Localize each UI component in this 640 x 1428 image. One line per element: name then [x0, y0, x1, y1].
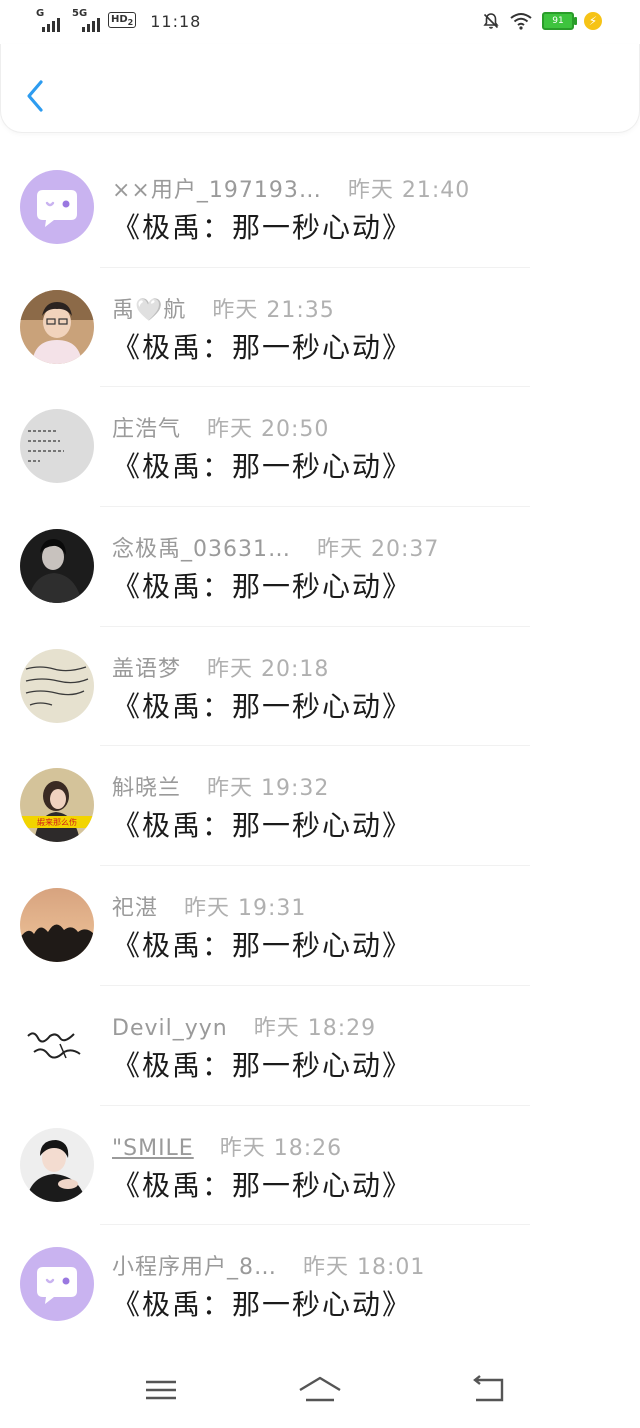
sender-name: 庄浩气 — [112, 417, 182, 443]
message-text: 《极禹：那一秒心动》 — [112, 330, 413, 364]
sunset-photo-icon — [20, 888, 94, 963]
avatar[interactable] — [20, 1127, 94, 1202]
sender-line: ××用户_197193… 昨天 21:40 — [112, 172, 470, 204]
person-photo-icon — [20, 1127, 94, 1202]
person-photo-icon — [20, 529, 94, 604]
avatar[interactable] — [20, 1247, 94, 1322]
timestamp: 昨天 21:40 — [347, 178, 471, 203]
sender-line: "SMILE 昨天 18:26 — [112, 1130, 342, 1162]
message-item[interactable]: 禹🤍航 昨天 21:35 《极禹：那一秒心动》 — [0, 268, 640, 388]
message-text: 《极禹：那一秒心动》 — [112, 1048, 413, 1082]
charging-icon: ⚡ — [584, 12, 602, 30]
message-item[interactable]: ××用户_197193… 昨天 21:40 《极禹：那一秒心动》 — [0, 148, 640, 268]
avatar[interactable] — [20, 1007, 94, 1082]
message-text: 《极禹：那一秒心动》 — [112, 689, 413, 723]
signal-icon: G — [36, 8, 66, 32]
message-list: ××用户_197193… 昨天 21:40 《极禹：那一秒心动》 禹🤍航 昨天 21… — [0, 148, 640, 1345]
timestamp: 昨天 21:35 — [212, 297, 335, 323]
sender-name: Devil_yyn — [112, 1015, 228, 1041]
message-item[interactable]: 小程序用户_8… 昨天 18:01 《极禹：那一秒心动》 — [0, 1225, 640, 1345]
battery-level: 91 — [552, 16, 564, 26]
sender-name: 祀湛 — [112, 896, 159, 922]
avatar[interactable] — [20, 409, 94, 484]
text-image-icon — [20, 409, 94, 484]
message-item[interactable]: 念极禹_03631… 昨天 20:37 《极禹：那一秒心动》 — [0, 507, 640, 627]
wifi-icon — [510, 13, 532, 30]
message-item[interactable]: "SMILE 昨天 18:26 《极禹：那一秒心动》 — [0, 1106, 640, 1226]
chat-bubble-icon — [20, 1247, 94, 1322]
sender-line: 斛晓兰 昨天 19:32 — [112, 770, 329, 802]
avatar[interactable] — [20, 170, 94, 244]
handwriting-icon — [20, 648, 94, 723]
sender-line: 小程序用户_8… 昨天 18:01 — [112, 1249, 425, 1281]
timestamp: 昨天 18:29 — [253, 1015, 377, 1041]
hd-label: HD — [111, 14, 128, 25]
home-icon[interactable] — [298, 1372, 342, 1408]
top-header — [0, 44, 640, 133]
sender-name: 小程序用户_8… — [112, 1255, 277, 1281]
timestamp: 昨天 18:26 — [219, 1135, 343, 1161]
person-photo-icon — [20, 289, 94, 364]
avatar-caption: 嘏来那么伤 — [37, 817, 77, 827]
chat-bubble-icon — [20, 170, 94, 244]
sender-line: 念极禹_03631… 昨天 20:37 — [112, 531, 439, 563]
avatar[interactable] — [20, 888, 94, 963]
message-item[interactable]: 嘏来那么伤 斛晓兰 昨天 19:32 《极禹：那一秒心动》 — [0, 746, 640, 867]
timestamp: 昨天 19:32 — [207, 776, 330, 802]
back-nav-icon[interactable] — [466, 1372, 510, 1408]
system-nav-bar — [0, 1358, 640, 1428]
message-text: 《极禹：那一秒心动》 — [112, 809, 413, 843]
sender-name: 禹🤍航 — [112, 297, 187, 323]
sender-name: 念极禹_03631… — [112, 537, 291, 563]
avatar[interactable] — [20, 289, 94, 364]
menu-icon[interactable] — [140, 1372, 184, 1408]
message-text: 《极禹：那一秒心动》 — [112, 1288, 413, 1322]
timestamp: 昨天 18:01 — [303, 1255, 426, 1281]
timestamp: 昨天 20:50 — [207, 417, 330, 443]
avatar[interactable] — [20, 648, 94, 723]
message-item[interactable]: 盖语梦 昨天 20:18 《极禹：那一秒心动》 — [0, 627, 640, 747]
message-item[interactable]: 祀湛 昨天 19:31 《极禹：那一秒心动》 — [0, 866, 640, 986]
avatar[interactable] — [20, 529, 94, 604]
hd-sub: 2 — [127, 18, 134, 27]
calligraphy-icon — [20, 1007, 94, 1082]
sender-name: "SMILE — [112, 1135, 194, 1161]
sender-name: 盖语梦 — [112, 656, 182, 682]
sender-line: 祀湛 昨天 19:31 — [112, 890, 306, 922]
signal-5g-icon: 5G — [72, 8, 102, 32]
avatar[interactable]: 嘏来那么伤 — [20, 768, 94, 843]
hd-voice-icon: HD2 — [108, 12, 137, 28]
timestamp: 昨天 20:18 — [207, 656, 330, 682]
clock: 11:18 — [150, 12, 202, 31]
back-arrow-icon[interactable] — [23, 78, 47, 114]
message-text: 《极禹：那一秒心动》 — [112, 929, 413, 963]
sender-line: 禹🤍航 昨天 21:35 — [112, 292, 335, 324]
sender-line: 庄浩气 昨天 20:50 — [112, 411, 329, 443]
message-text: 《极禹：那一秒心动》 — [112, 450, 413, 484]
bell-off-icon — [483, 13, 499, 29]
message-text: 《极禹：那一秒心动》 — [112, 1168, 413, 1202]
message-text: 《极禹：那一秒心动》 — [112, 211, 413, 244]
battery-icon: 91 — [542, 12, 577, 30]
sender-line: 盖语梦 昨天 20:18 — [112, 651, 329, 683]
sender-line: Devil_yyn 昨天 18:29 — [112, 1010, 376, 1042]
timestamp: 昨天 20:37 — [317, 537, 440, 563]
person-photo-icon: 嘏来那么伤 — [20, 768, 94, 843]
sender-name: 斛晓兰 — [112, 776, 182, 802]
status-bar: G 5G HD2 11:18 91 ⚡ — [0, 0, 640, 48]
sender-name: ××用户_197193… — [112, 178, 322, 203]
message-item[interactable]: Devil_yyn 昨天 18:29 《极禹：那一秒心动》 — [0, 986, 640, 1106]
message-text: 《极禹：那一秒心动》 — [112, 570, 413, 604]
message-item[interactable]: 庄浩气 昨天 20:50 《极禹：那一秒心动》 — [0, 387, 640, 508]
timestamp: 昨天 19:31 — [184, 896, 307, 922]
